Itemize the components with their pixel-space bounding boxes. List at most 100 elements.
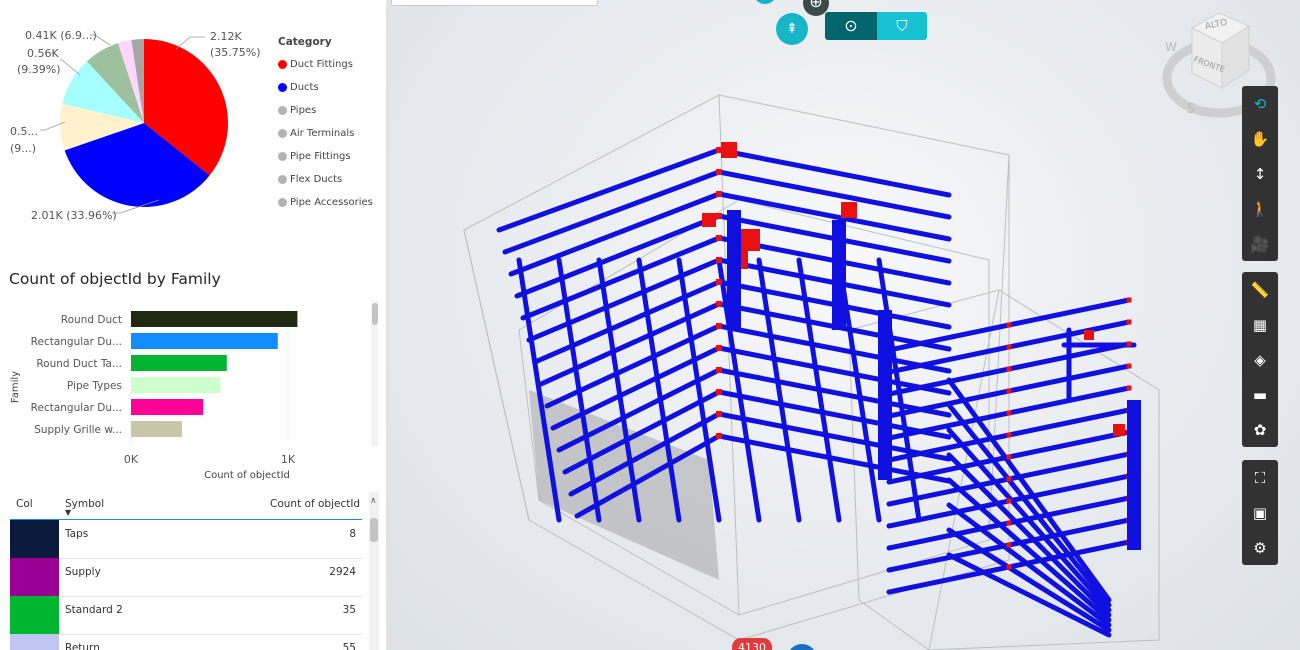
family-bar-chart[interactable]: Round Duct Rectangular Du... Round Duct Ta… [0, 295, 388, 490]
duct-fitting[interactable] [716, 301, 722, 307]
duct-fitting[interactable] [738, 229, 760, 251]
modeling-toolbar: 📏 ▦ ◈ ▬ ✿ [1242, 272, 1278, 447]
duct-fitting[interactable] [716, 411, 722, 417]
table-scroll-thumb[interactable] [370, 518, 378, 542]
pan-hand-icon[interactable]: ✋ [1242, 121, 1278, 156]
walk-person-icon[interactable]: 🚶 [1242, 191, 1278, 226]
duct-fitting[interactable] [1126, 319, 1132, 325]
pie-label-ducts: 2.01K (33.96%) [31, 209, 117, 222]
count-cell: 2924 [329, 566, 356, 578]
header-count[interactable]: Count of objectId [270, 498, 360, 510]
table-row[interactable]: Standard 2 35 [10, 596, 362, 635]
duct-segment[interactable] [520, 235, 722, 321]
duct-fitting[interactable] [1006, 366, 1012, 372]
components-icon[interactable]: ✿ [1242, 412, 1278, 447]
bar-category-label: Rectangular Du... [31, 336, 122, 348]
legend-dot-icon [278, 198, 287, 207]
duct-segment[interactable] [496, 147, 722, 233]
color-swatch [10, 634, 59, 650]
bar-4[interactable] [131, 399, 204, 415]
legend-item[interactable]: Pipe Fittings [278, 145, 373, 168]
duct-segment[interactable] [502, 169, 722, 255]
duct-fitting[interactable] [1113, 424, 1125, 436]
duct-fitting[interactable] [716, 279, 722, 285]
legend-dot-icon [278, 175, 287, 184]
duct-fitting[interactable] [1006, 564, 1012, 570]
duct-fitting[interactable] [1006, 388, 1012, 394]
duct-fitting[interactable] [1006, 454, 1012, 460]
legend-item[interactable]: Flex Ducts [278, 168, 373, 191]
bar-1[interactable] [131, 333, 278, 349]
category-pie-chart[interactable]: 2.12K (35.75%) 2.01K (33.96%) 0.5... (9.… [0, 0, 280, 240]
legend-item[interactable]: Ducts [278, 76, 373, 99]
duct-fitting[interactable] [1006, 498, 1012, 504]
duct-fitting[interactable] [841, 202, 857, 218]
duct-fitting[interactable] [1006, 476, 1012, 482]
camera-icon[interactable]: 🎥 [1242, 226, 1278, 261]
properties-icon[interactable]: ▣ [1242, 495, 1278, 530]
legend-label: Duct Fittings [290, 59, 353, 70]
duct-fitting[interactable] [716, 367, 722, 373]
legend-item[interactable]: Pipe Accessories [278, 191, 373, 214]
legend-item[interactable]: Pipes [278, 99, 373, 122]
legend-item[interactable]: Duct Fittings [278, 53, 373, 76]
bar-5[interactable] [131, 421, 183, 437]
bar-0[interactable] [131, 311, 298, 327]
bar-3[interactable] [131, 377, 221, 393]
bar-chart-title: Count of objectId by Family [9, 270, 221, 288]
duct-fitting[interactable] [1006, 410, 1012, 416]
duct-fitting[interactable] [716, 169, 722, 175]
duct-fitting[interactable] [1084, 330, 1094, 340]
duct-fitting[interactable] [1006, 432, 1012, 438]
duct-segment[interactable] [716, 169, 952, 220]
duct-fitting[interactable] [1126, 385, 1132, 391]
duct-segment[interactable] [514, 213, 722, 299]
duct-fitting[interactable] [716, 257, 722, 263]
orbit-icon[interactable]: ⟲ [1242, 86, 1278, 121]
table-row[interactable]: Supply 2924 [10, 558, 362, 597]
pie-label-slice-5: 0.41K (6.9...) [25, 29, 97, 42]
duct-fitting[interactable] [716, 323, 722, 329]
bar-2[interactable] [131, 355, 227, 371]
section-box-icon[interactable]: ▦ [1242, 307, 1278, 342]
zoom-icon[interactable]: ↕ [1242, 156, 1278, 191]
duct-fitting[interactable] [1006, 322, 1012, 328]
3d-viewer[interactable]: ⊕ ⇞ ⊙ ⛉ ALTO FRONTE W S ⟲ ✋ ↕ 🚶 🎥 📏 ▦ ◈ … [389, 0, 1300, 650]
duct-fitting[interactable] [1006, 520, 1012, 526]
duct-fitting[interactable] [716, 235, 722, 241]
settings-gear-icon[interactable]: ⚙ [1242, 530, 1278, 565]
sort-desc-icon[interactable]: ▼ [65, 508, 71, 517]
duct-fitting[interactable] [1126, 363, 1132, 369]
legend-dot-icon [278, 60, 287, 69]
table-row[interactable]: Taps 8 [10, 520, 362, 559]
symbol-cell: Supply [65, 566, 101, 578]
symbol-cell: Standard 2 [65, 604, 123, 616]
duct-segment[interactable] [508, 191, 722, 277]
model-tree-icon[interactable]: ⛶ [1242, 460, 1278, 495]
duct-fitting[interactable] [716, 433, 722, 439]
table-row[interactable]: Return 55 [10, 634, 362, 650]
explode-model-icon[interactable]: ◈ [1242, 342, 1278, 377]
duct-fitting[interactable] [716, 213, 722, 219]
legend-item[interactable]: Air Terminals [278, 122, 373, 145]
legend-dot-icon [278, 129, 287, 138]
table-scroll-track[interactable] [369, 492, 379, 650]
table-scroll-up-icon[interactable]: ∧ [370, 496, 377, 506]
legend-title: Category [278, 36, 332, 48]
duct-fitting[interactable] [1126, 341, 1132, 347]
duct-fitting[interactable] [721, 142, 737, 158]
duct-segment[interactable] [716, 147, 952, 198]
legend-label: Ducts [290, 82, 319, 93]
duct-fitting[interactable] [716, 191, 722, 197]
duct-fitting[interactable] [702, 213, 716, 227]
duct-fitting[interactable] [716, 389, 722, 395]
duct-fitting[interactable] [1126, 297, 1132, 303]
duct-fitting[interactable] [716, 345, 722, 351]
header-col[interactable]: Col [16, 498, 33, 510]
duct-fitting[interactable] [1006, 344, 1012, 350]
folder-icon[interactable]: ▬ [1242, 377, 1278, 412]
duct-segment[interactable] [946, 452, 1112, 618]
measure-icon[interactable]: 📏 [1242, 272, 1278, 307]
duct-fitting[interactable] [1006, 542, 1012, 548]
bar-scroll-thumb[interactable] [372, 303, 378, 325]
